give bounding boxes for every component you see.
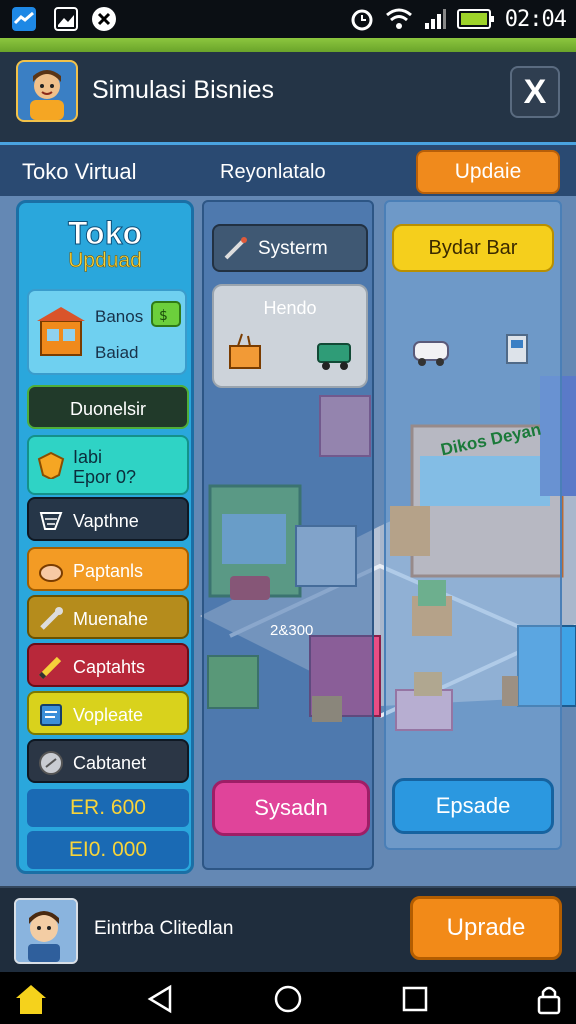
gallery-icon bbox=[54, 7, 78, 31]
signal-icon bbox=[424, 9, 446, 29]
system-label: Systerm bbox=[258, 238, 328, 259]
menu-muenahe[interactable]: Muenahe bbox=[27, 595, 189, 639]
system-button[interactable]: Systerm bbox=[212, 224, 368, 272]
menu-label: Muenahe bbox=[73, 609, 149, 629]
menu-iabi[interactable]: Iabi Epor 0? bbox=[27, 435, 189, 495]
close-button[interactable]: X bbox=[510, 66, 560, 118]
back-icon[interactable] bbox=[144, 982, 178, 1016]
cash-icon: $ bbox=[151, 301, 181, 327]
menu-paptanls[interactable]: Paptanls bbox=[27, 547, 189, 591]
shop-title: Toko bbox=[67, 215, 143, 252]
battery-icon bbox=[456, 9, 494, 29]
pencil-icon bbox=[38, 656, 62, 680]
shop-subtitle: Upduad bbox=[68, 249, 142, 273]
money-balance-2: EI0. 000 bbox=[27, 831, 189, 869]
compass-icon bbox=[92, 7, 116, 31]
hand-icon bbox=[39, 564, 63, 582]
wifi-icon bbox=[385, 8, 412, 29]
tools-icon bbox=[40, 607, 63, 630]
shop-building-icon bbox=[37, 307, 85, 356]
tab-bar: Toko Virtual Reyonlatalo Updaie bbox=[0, 142, 576, 196]
store-panel: Bydar Bar Dikos Deyan Epsade bbox=[384, 200, 562, 850]
shield-icon bbox=[37, 451, 65, 479]
menu-cabtanet[interactable]: Cabtanet bbox=[27, 739, 189, 783]
bydar-bar-button[interactable]: Bydar Bar bbox=[392, 224, 554, 272]
money-balance-1: ER. 600 bbox=[27, 789, 189, 827]
header-accent bbox=[0, 38, 576, 52]
document-icon bbox=[40, 704, 62, 726]
update-button[interactable]: Updaie bbox=[416, 150, 560, 194]
epsade-button[interactable]: Epsade bbox=[392, 778, 554, 834]
system-panel: Systerm Hendo 2&300 Sysadn bbox=[202, 200, 374, 870]
menu-label: Vapthne bbox=[73, 511, 139, 531]
shop-summary-card[interactable]: $ Banos Baiad bbox=[27, 289, 187, 375]
menu-label: Vopleate bbox=[73, 705, 144, 725]
shop-panel: Toko Upduad $ Banos Baiad Duonelsir Iabi… bbox=[16, 200, 194, 874]
shop-sign: Dikos Deyan bbox=[439, 419, 543, 460]
header: Simulasi Bisnies X bbox=[0, 38, 576, 142]
page-title: Simulasi Bisnies bbox=[92, 76, 275, 104]
manager-name: Eintrba Clitedlan bbox=[94, 918, 234, 939]
upgrade-button[interactable]: Uprade bbox=[410, 896, 562, 960]
menu-label: Duonelsir bbox=[69, 399, 147, 419]
menu-label: Cabtanet bbox=[73, 753, 147, 773]
vending-label: Hendo bbox=[263, 298, 317, 318]
app-icon bbox=[12, 7, 36, 31]
menu-label: Iabi Epor 0? bbox=[73, 447, 137, 487]
vending-card[interactable]: Hendo bbox=[212, 284, 368, 388]
home-icon[interactable] bbox=[14, 982, 48, 1016]
svg-text:$: $ bbox=[159, 308, 168, 324]
menu-vopleate[interactable]: Vopleate bbox=[27, 691, 189, 735]
net-icon bbox=[39, 512, 63, 530]
summary-line-2: Baiad bbox=[95, 343, 139, 362]
bottom-bar: Eintrba Clitedlan Uprade bbox=[0, 886, 576, 972]
lock-icon[interactable] bbox=[532, 982, 566, 1016]
summary-line-1: Banos bbox=[95, 307, 144, 326]
home-circle-icon[interactable] bbox=[271, 982, 305, 1016]
car-icon bbox=[413, 341, 449, 366]
kiosk-icon bbox=[506, 334, 528, 364]
truck-icon bbox=[317, 343, 351, 370]
menu-vapthne[interactable]: Vapthne bbox=[27, 497, 189, 541]
player-avatar[interactable] bbox=[16, 60, 78, 122]
manager-avatar[interactable] bbox=[14, 898, 78, 964]
menu-label: Captahts bbox=[73, 657, 146, 677]
crate-icon bbox=[229, 333, 261, 369]
status-bar: 02:04 bbox=[0, 0, 576, 38]
wrench-icon bbox=[224, 237, 247, 260]
menu-duonelsir[interactable]: Duonelsir bbox=[27, 385, 189, 429]
tab-toko-virtual[interactable]: Toko Virtual bbox=[22, 159, 137, 185]
recents-icon[interactable] bbox=[398, 982, 432, 1016]
menu-captahts[interactable]: Captahts bbox=[27, 643, 189, 687]
coin-icon bbox=[39, 751, 63, 775]
price-tag: 2&300 bbox=[270, 622, 314, 639]
sysadn-button[interactable]: Sysadn bbox=[212, 780, 370, 836]
alarm-icon bbox=[351, 9, 373, 31]
clock: 02:04 bbox=[504, 6, 567, 32]
menu-label: Paptanls bbox=[73, 561, 144, 581]
tab-reyonlatalo[interactable]: Reyonlatalo bbox=[220, 161, 326, 184]
navigation-bar bbox=[0, 972, 576, 1024]
